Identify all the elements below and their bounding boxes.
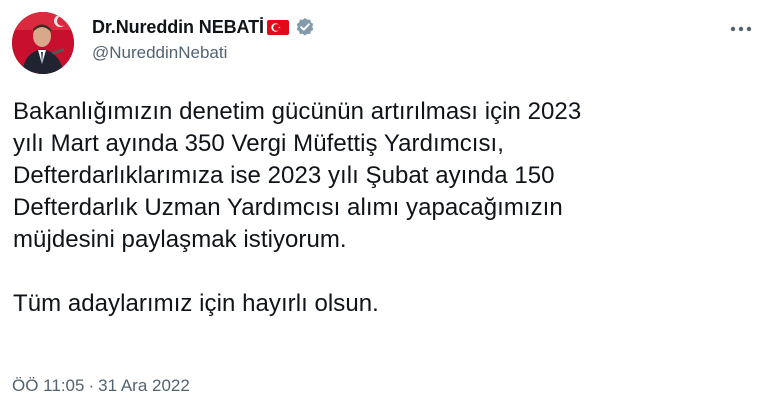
more-options-button[interactable]: [730, 18, 752, 40]
author-display-name[interactable]: Dr.Nureddin NEBATİ: [92, 17, 264, 38]
tweet-text-line: müjdesini paylaşmak istiyorum.: [13, 226, 347, 253]
avatar-photo-icon: [12, 12, 74, 74]
turkey-flag-icon: [266, 19, 289, 35]
tweet-text: Bakanlığımızın denetim gücünün artırılma…: [13, 96, 758, 320]
author-handle[interactable]: @NureddinNebati: [92, 43, 315, 63]
author-info: Dr.Nureddin NEBATİ @NureddinNebati: [92, 14, 315, 63]
tweet-date: 31 Ara 2022: [98, 376, 190, 395]
tweet-text-line: yılı Mart ayında 350 Vergi Müfettiş Yard…: [13, 130, 504, 157]
verified-badge-icon: [295, 17, 315, 37]
author-avatar[interactable]: [12, 12, 74, 74]
tweet-time: ÖÖ 11:05: [12, 376, 85, 395]
meta-separator: ·: [88, 376, 95, 395]
tweet-timestamp[interactable]: ÖÖ 11:05 · 31 Ara 2022: [12, 376, 190, 396]
tweet-closing-line: Tüm adaylarımız için hayırlı olsun.: [13, 290, 379, 317]
tweet-card: Dr.Nureddin NEBATİ @NureddinNebati Bakan…: [0, 0, 770, 406]
name-row: Dr.Nureddin NEBATİ: [92, 14, 315, 40]
tweet-text-line: Bakanlığımızın denetim gücünün artırılma…: [13, 98, 582, 125]
tweet-text-line: Defterdarlıklarımıza ise 2023 yılı Şubat…: [13, 162, 555, 189]
more-dots-icon: [730, 26, 752, 32]
tweet-text-line: Defterdarlık Uzman Yardımcısı alımı yapa…: [13, 194, 563, 221]
